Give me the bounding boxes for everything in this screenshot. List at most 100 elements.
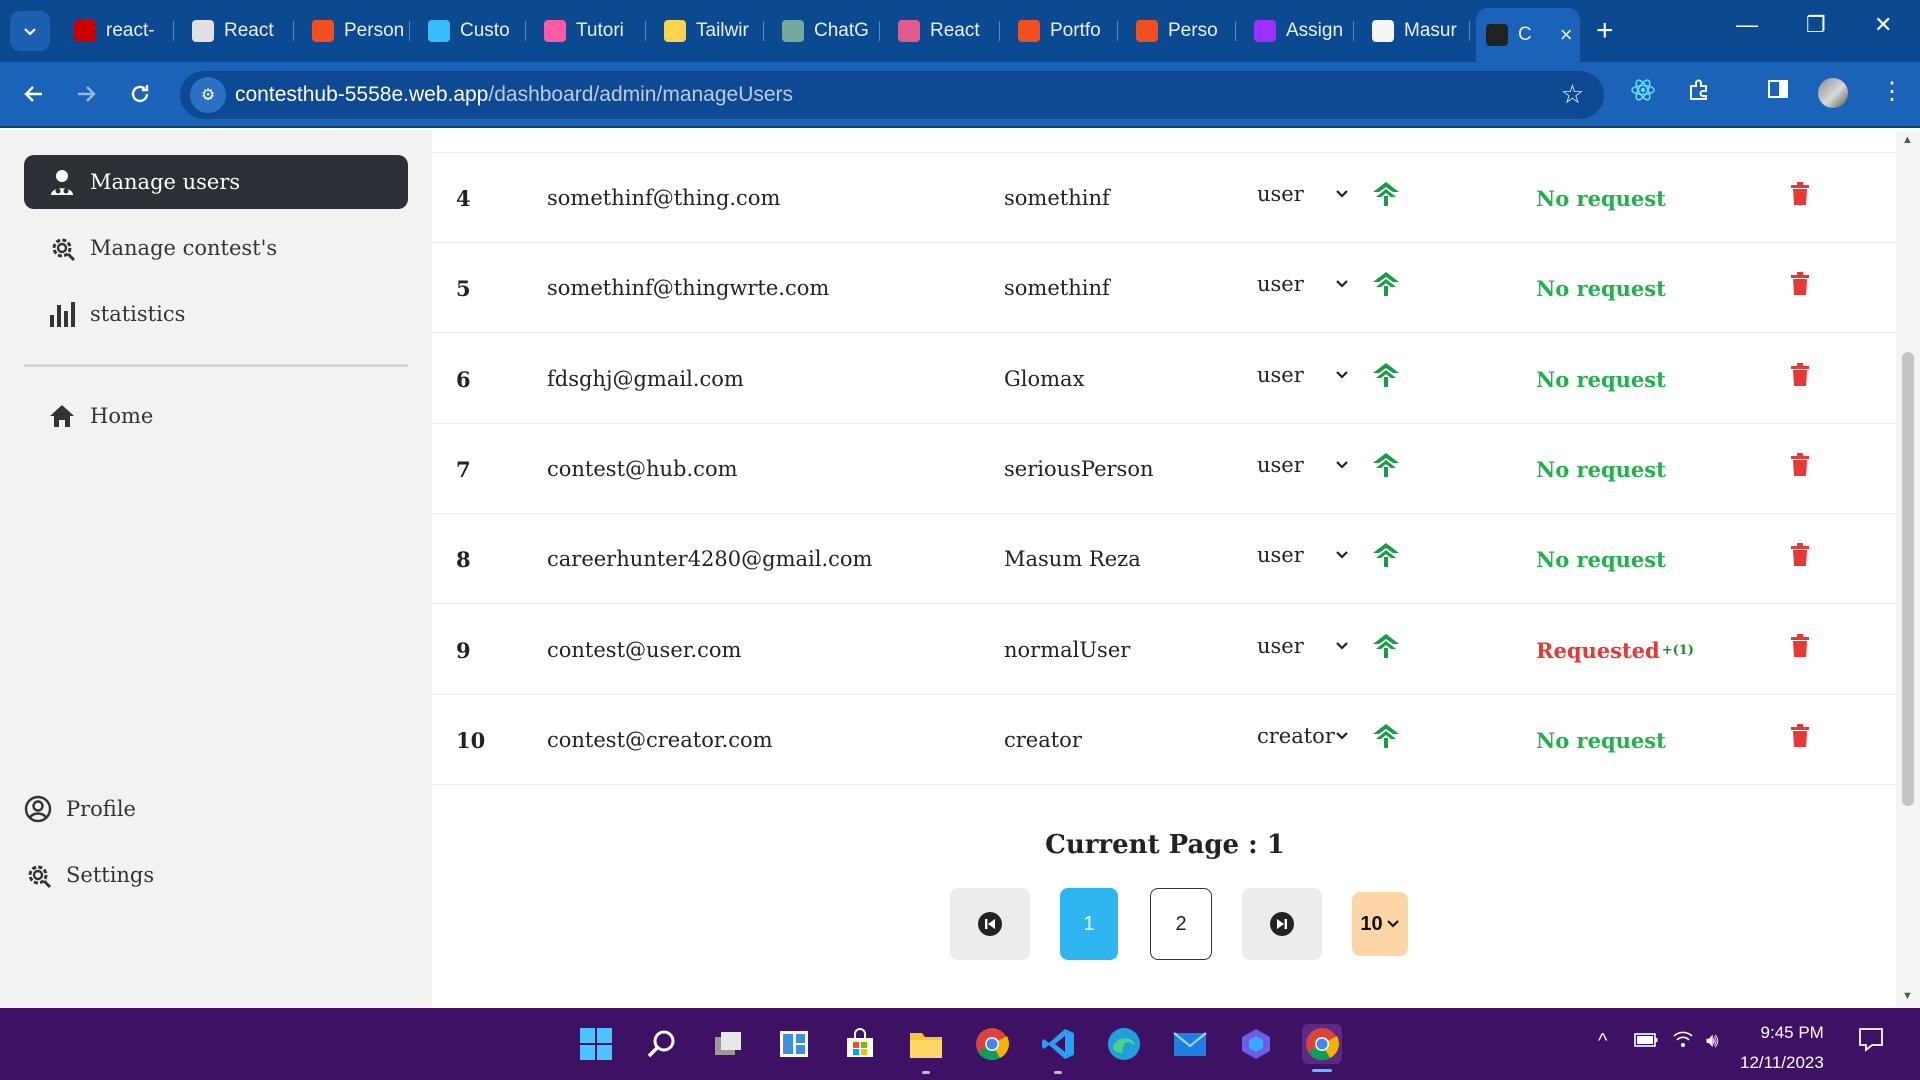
tray-overflow-chevron-icon[interactable]: ^	[1598, 1030, 1607, 1053]
tab-4[interactable]: Tutori	[534, 13, 646, 49]
page-button-1[interactable]: 1	[1060, 888, 1118, 960]
tab-11[interactable]: Masur	[1362, 13, 1470, 49]
delete-user-button[interactable]	[1790, 420, 1810, 510]
sidebar-item-statistics[interactable]: statistics	[24, 287, 408, 341]
page-scrollbar[interactable]: ▲ ▼	[1896, 130, 1920, 1008]
notifications-icon[interactable]	[1858, 1026, 1884, 1058]
site-info-icon[interactable]: ⚙	[190, 77, 226, 113]
role-select[interactable]: user	[1257, 420, 1367, 510]
vscode-icon[interactable]	[1038, 1024, 1078, 1074]
promote-icon[interactable]	[1372, 420, 1400, 510]
role-select[interactable]: user	[1257, 239, 1367, 329]
page-size-select[interactable]: 10	[1352, 892, 1408, 956]
page-size-value: 10	[1360, 912, 1383, 935]
url-text[interactable]: contesthub-5558e.web.app/dashboard/admin…	[235, 83, 793, 107]
tab-title: react-	[106, 20, 155, 41]
tab-7[interactable]: React	[888, 13, 1000, 49]
taskbar-clock[interactable]: 9:45 PM 12/11/2023	[1740, 1018, 1824, 1078]
sidebar-item-manage-users[interactable]: Manage users	[24, 155, 408, 209]
browser-menu-icon[interactable]: ⋮	[1880, 77, 1904, 106]
mail-icon[interactable]	[1170, 1024, 1210, 1064]
scrollbar-thumb[interactable]	[1902, 352, 1914, 806]
start-icon[interactable]	[576, 1024, 616, 1064]
promote-icon[interactable]	[1372, 149, 1400, 239]
tab-separator	[173, 21, 174, 41]
user-name: seriousPerson	[1004, 457, 1154, 481]
minimize-button[interactable]: —	[1736, 12, 1758, 38]
sidebar-item-home[interactable]: Home	[24, 389, 408, 443]
first-page-button[interactable]	[950, 888, 1030, 960]
scroll-down-arrow-icon[interactable]: ▼	[1902, 990, 1913, 1002]
tab-1[interactable]: React	[182, 13, 294, 49]
tab-3[interactable]: Custo	[418, 13, 526, 49]
chevron-down-icon	[1336, 280, 1348, 288]
scroll-up-arrow-icon[interactable]: ▲	[1902, 134, 1913, 146]
bookmark-star-icon[interactable]: ☆	[1561, 79, 1584, 110]
widgets-icon[interactable]	[774, 1024, 814, 1064]
role-select[interactable]: user	[1257, 330, 1367, 420]
table-row: 6 fdsghj@gmail.com Glomax user No request	[432, 334, 1896, 424]
role-select[interactable]: user	[1257, 149, 1367, 239]
table-row: 10 contest@creator.com creator creator No re…	[432, 695, 1896, 785]
chrome-icon[interactable]	[972, 1024, 1012, 1064]
task-view-icon[interactable]	[708, 1024, 748, 1064]
tab-0[interactable]: react-	[64, 13, 174, 49]
delete-user-button[interactable]	[1790, 239, 1810, 329]
edge-icon[interactable]	[1104, 1024, 1144, 1064]
last-page-button[interactable]	[1242, 888, 1322, 960]
chevron-down-icon	[1336, 551, 1348, 559]
delete-user-button[interactable]	[1790, 691, 1810, 781]
tab-separator	[999, 21, 1000, 41]
chrome-active-icon[interactable]	[1302, 1024, 1342, 1072]
new-tab-button[interactable]: +	[1596, 14, 1614, 48]
profile-avatar[interactable]	[1818, 78, 1848, 108]
delete-user-button[interactable]	[1790, 510, 1810, 600]
role-select[interactable]: user	[1257, 601, 1367, 691]
role-select[interactable]: creator	[1257, 691, 1367, 781]
battery-icon[interactable]	[1634, 1030, 1658, 1053]
back-button[interactable]	[16, 76, 52, 112]
user-name: somethinf	[1004, 276, 1110, 300]
tab-10[interactable]: Assign	[1244, 13, 1354, 49]
role-value: user	[1257, 543, 1304, 567]
gear-icon	[48, 234, 76, 262]
tab-search-button[interactable]	[10, 11, 50, 51]
store-icon[interactable]	[840, 1024, 880, 1064]
sidebar-item-profile[interactable]: Profile	[0, 782, 384, 836]
close-tab-icon[interactable]: ×	[1560, 22, 1573, 48]
promote-icon[interactable]	[1372, 510, 1400, 600]
volume-icon[interactable]: 🔊︎	[1706, 1030, 1719, 1053]
promote-icon[interactable]	[1372, 601, 1400, 691]
user-name: Masum Reza	[1004, 547, 1141, 571]
page-button-2[interactable]: 2	[1150, 888, 1212, 960]
wifi-icon[interactable]	[1672, 1030, 1694, 1054]
tab-8[interactable]: Portfo	[1008, 13, 1118, 49]
tab-9[interactable]: Perso	[1126, 13, 1236, 49]
close-window-button[interactable]: ✕	[1874, 12, 1892, 38]
side-panel-icon[interactable]	[1766, 77, 1790, 108]
react-devtools-icon[interactable]	[1630, 77, 1656, 110]
tab-5[interactable]: Tailwir	[654, 13, 764, 49]
delete-user-button[interactable]	[1790, 330, 1810, 420]
search-icon[interactable]	[642, 1024, 682, 1064]
tab-2[interactable]: Person	[302, 13, 410, 49]
extensions-puzzle-icon[interactable]	[1686, 77, 1712, 110]
reload-button[interactable]	[122, 76, 158, 112]
promote-icon[interactable]	[1372, 691, 1400, 781]
file-explorer-icon[interactable]	[906, 1024, 946, 1074]
restore-button[interactable]: ❐	[1806, 12, 1826, 38]
copilot-icon[interactable]	[1236, 1024, 1276, 1064]
tab-12[interactable]: C ×	[1476, 8, 1580, 62]
sidebar-item-settings[interactable]: Settings	[0, 848, 384, 902]
role-select[interactable]: user	[1257, 510, 1367, 600]
sidebar-item-manage-contests[interactable]: Manage contest's	[24, 221, 408, 275]
promote-icon[interactable]	[1372, 239, 1400, 329]
user-email: contest@creator.com	[547, 728, 773, 752]
address-bar[interactable]: ⚙ contesthub-5558e.web.app/dashboard/adm…	[180, 71, 1604, 119]
delete-user-button[interactable]	[1790, 149, 1810, 239]
tab-6[interactable]: ChatG	[772, 13, 880, 49]
request-status: No request	[1536, 514, 1666, 604]
promote-icon[interactable]	[1372, 330, 1400, 420]
forward-button[interactable]	[68, 76, 104, 112]
delete-user-button[interactable]	[1790, 601, 1810, 691]
